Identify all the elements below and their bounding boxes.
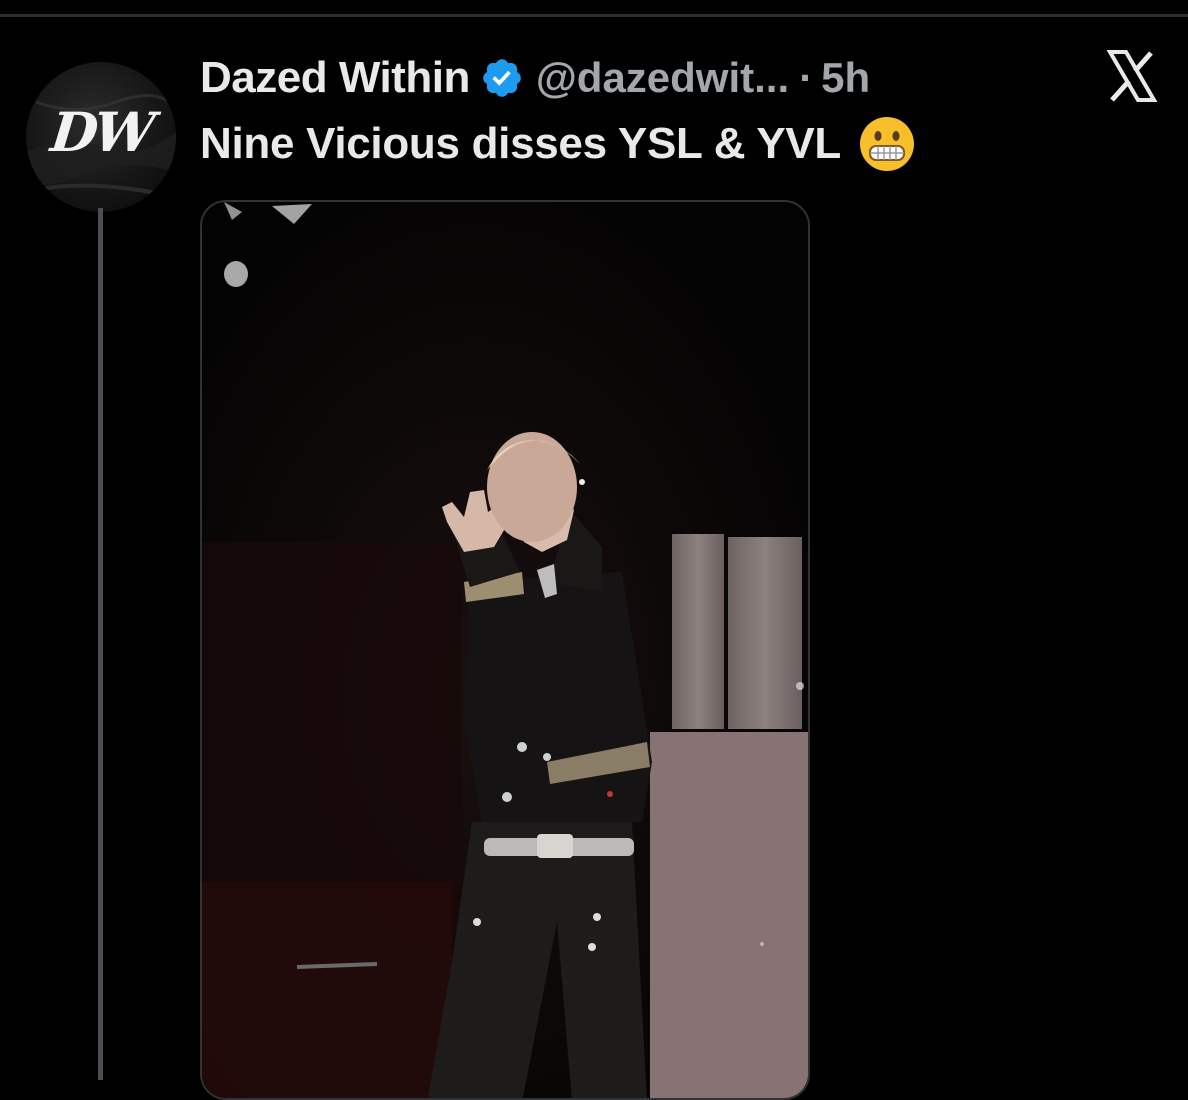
video-frame xyxy=(202,202,808,1098)
separator-dot: · xyxy=(799,54,814,101)
display-name[interactable]: Dazed Within xyxy=(200,53,470,103)
verified-badge-icon xyxy=(480,56,524,100)
avatar[interactable]: DW xyxy=(26,62,176,212)
grimacing-face-icon xyxy=(859,116,915,172)
avatar-monogram: DW xyxy=(47,100,155,164)
thread-line xyxy=(98,208,103,1080)
tweet-text: Nine Vicious disses YSL & YVL xyxy=(200,116,915,172)
user-handle[interactable]: @dazedwit... xyxy=(536,54,789,102)
tweet-header: Dazed Within @dazedwit... · 5h xyxy=(200,50,870,106)
x-close-icon[interactable] xyxy=(1104,50,1160,102)
video-media[interactable] xyxy=(200,200,810,1100)
top-divider xyxy=(0,14,1188,17)
tweet-text-content: Nine Vicious disses YSL & YVL xyxy=(200,119,841,168)
post-time[interactable]: 5h xyxy=(821,54,870,102)
